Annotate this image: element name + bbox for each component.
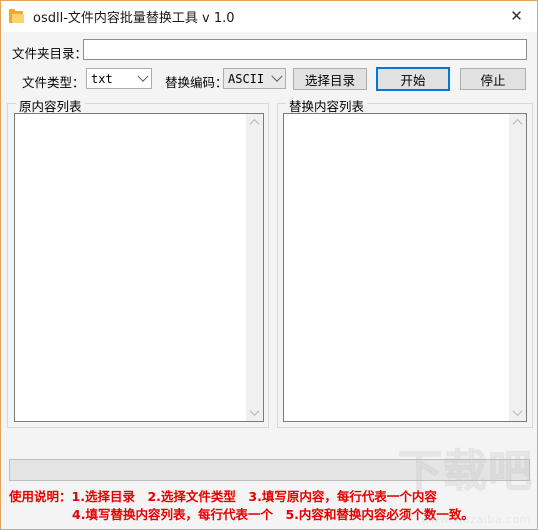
directory-label: 文件夹目录： xyxy=(12,46,88,61)
chevron-down-icon xyxy=(134,70,151,83)
instructions-line-2: 4.填写替换内容列表，每行代表一个 5.内容和替换内容必须个数一致。 xyxy=(72,507,474,522)
replacement-content-textarea[interactable] xyxy=(284,114,508,421)
encoding-label: 替换编码： xyxy=(165,75,228,90)
file-type-value: txt xyxy=(91,71,113,86)
scroll-up-icon[interactable] xyxy=(246,114,263,131)
file-type-label: 文件类型： xyxy=(22,75,85,90)
window-title: osdll-文件内容批量替换工具 v 1.0 xyxy=(33,11,235,26)
folder-icon xyxy=(9,8,25,25)
scroll-up-icon[interactable] xyxy=(509,114,526,131)
scroll-down-icon[interactable] xyxy=(509,404,526,421)
encoding-value: ASCII xyxy=(228,71,265,86)
close-icon[interactable]: ✕ xyxy=(494,1,537,32)
instructions-line-1: 使用说明：1.选择目录 2.选择文件类型 3.填写原内容，每行代表一个内容 xyxy=(9,489,437,504)
replacement-list-textarea-wrapper xyxy=(283,113,527,422)
progress-bar xyxy=(9,459,530,481)
select-directory-button[interactable]: 选择目录 xyxy=(293,68,367,90)
options-row: 文件类型： txt 替换编码： ASCII 选择目录 开始 停止 xyxy=(1,67,537,92)
replacement-list-scrollbar[interactable] xyxy=(508,114,526,421)
chevron-down-icon xyxy=(268,70,285,83)
file-type-select[interactable]: txt xyxy=(86,68,152,89)
directory-input[interactable] xyxy=(83,39,527,60)
start-button[interactable]: 开始 xyxy=(376,67,450,91)
client-area: 文件夹目录： 文件类型： txt 替换编码： ASCII 选择目录 开始 停止 … xyxy=(1,32,537,529)
original-list-textarea-wrapper xyxy=(14,113,264,422)
title-bar: osdll-文件内容批量替换工具 v 1.0 ✕ xyxy=(1,1,537,33)
encoding-select[interactable]: ASCII xyxy=(223,68,286,89)
directory-row: 文件夹目录： xyxy=(1,39,537,63)
original-list-scrollbar[interactable] xyxy=(245,114,263,421)
scroll-down-icon[interactable] xyxy=(246,404,263,421)
app-window: osdll-文件内容批量替换工具 v 1.0 ✕ 文件夹目录： 文件类型： tx… xyxy=(0,0,538,530)
stop-button[interactable]: 停止 xyxy=(460,68,526,90)
original-content-textarea[interactable] xyxy=(15,114,245,421)
